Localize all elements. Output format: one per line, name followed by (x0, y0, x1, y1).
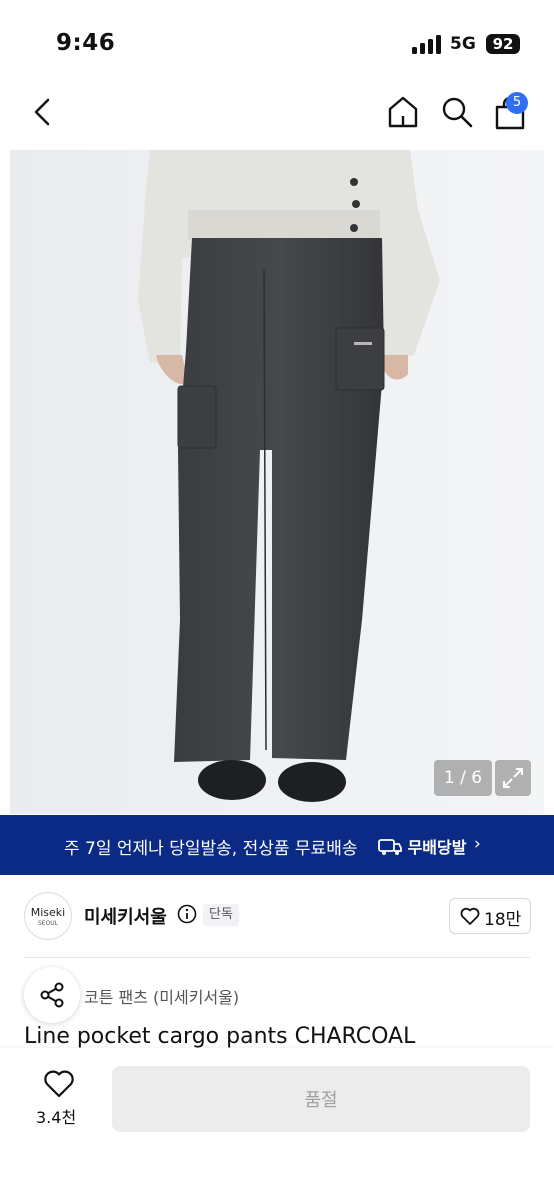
product-image[interactable] (10, 150, 544, 814)
search-icon (442, 97, 473, 128)
signal-icon (412, 34, 444, 54)
share-button[interactable] (24, 967, 80, 1023)
banner-text: 주 7일 언제나 당일발송, 전상품 무료배송 (64, 839, 358, 859)
free-shipping-logo: 무배당발 (378, 834, 466, 858)
exclusive-badge: 단독 (203, 904, 239, 926)
share-icon (40, 982, 64, 1008)
brand-logo[interactable]: Miseki SEOUL (24, 892, 72, 940)
brand-like-count: 18만 (484, 910, 522, 930)
product-photo-pants (10, 150, 544, 814)
shipping-banner[interactable]: 주 7일 언제나 당일발송, 전상품 무료배송 무배당발 › (0, 815, 554, 875)
divider (24, 957, 530, 958)
search-button[interactable] (440, 95, 474, 129)
network-label: 5G (450, 34, 476, 54)
back-chevron-icon (34, 98, 50, 126)
sold-out-button[interactable]: 품절 (112, 1066, 530, 1132)
brand-name[interactable]: 미세키서울 (84, 903, 167, 929)
expand-image-button[interactable] (495, 760, 531, 796)
chevron-right-icon: › (474, 834, 481, 854)
brand-info-button[interactable] (177, 904, 197, 924)
product-category[interactable]: 코튼 팬츠 (미세키서울) (84, 984, 239, 1008)
brand-like-button[interactable]: 18만 (449, 898, 531, 934)
expand-icon (503, 768, 523, 788)
back-button[interactable] (28, 96, 58, 128)
image-counter: 1 / 6 (434, 760, 492, 796)
home-icon (388, 96, 418, 128)
product-title: Line pocket cargo pants CHARCOAL (24, 1024, 416, 1049)
heart-icon (460, 907, 480, 925)
wishlist-count: 3.4천 (36, 1108, 77, 1127)
wishlist-button[interactable] (43, 1069, 75, 1099)
battery-indicator: 92 (486, 34, 520, 54)
home-button[interactable] (386, 94, 420, 130)
cart-count-badge: 5 (506, 92, 528, 114)
status-time: 9:46 (56, 30, 116, 56)
info-icon (177, 904, 197, 924)
heart-icon (44, 1070, 74, 1098)
delivery-truck-icon (378, 839, 402, 855)
